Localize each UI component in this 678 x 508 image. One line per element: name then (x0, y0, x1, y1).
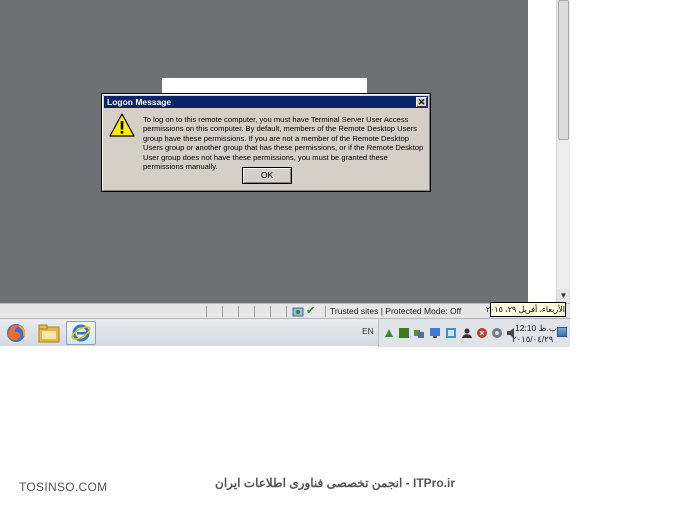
taskbar-explorer-button[interactable] (34, 321, 64, 345)
tray-nvidia-icon[interactable] (399, 328, 409, 338)
tray-arrow-icon[interactable] (384, 328, 394, 338)
browser-status-bar: ✔ Trusted sites | Protected Mode: Off (0, 303, 570, 318)
show-desktop-button[interactable] (557, 327, 567, 337)
taskbar: EN 12:10 ب.ظ ٢٠١٥/٠٤/٢٩ (0, 318, 570, 347)
scrollbar-thumb[interactable] (558, 0, 569, 140)
security-zone-text[interactable]: Trusted sites | Protected Mode: Off (330, 305, 461, 317)
folder-icon (38, 324, 60, 343)
tray-display-icon[interactable] (430, 328, 440, 338)
status-separator (286, 306, 287, 317)
taskbar-ie-button[interactable] (66, 321, 96, 345)
status-separator (222, 306, 223, 317)
dialog-message: To log on to this remote computer, you m… (143, 115, 424, 172)
language-indicator[interactable]: EN (362, 326, 374, 336)
clock-time[interactable]: 12:10 ب.ظ (515, 323, 557, 334)
clock-date[interactable]: ٢٠١٥/٠٤/٢٩ (512, 334, 553, 345)
watermark-right: ITPro.ir - انجمن تخصصی فناوری اطلاعات ای… (215, 476, 456, 490)
dialog-title: Logon Message (107, 97, 172, 107)
close-icon[interactable]: ✕ (416, 97, 427, 107)
scroll-down-arrow-icon[interactable]: ▼ (557, 289, 570, 302)
firefox-icon (7, 324, 26, 342)
remote-window-strip (162, 78, 367, 94)
watermark-left: TOSINSO.COM (19, 480, 108, 494)
date-tooltip: الأربعاء، أفريل ٢٩، ٢٠١٥ (486, 302, 566, 317)
tray-disconnect-icon[interactable] (477, 328, 487, 338)
status-separator (206, 306, 207, 317)
protected-mode-icon[interactable] (292, 305, 304, 317)
warning-icon (109, 113, 135, 137)
browser-content-margin (528, 0, 556, 303)
internet-explorer-icon (71, 324, 91, 342)
status-separator (270, 306, 271, 317)
status-separator (238, 306, 239, 317)
tray-disc-icon[interactable] (492, 328, 502, 338)
vertical-scrollbar[interactable]: ▼ (556, 0, 570, 303)
status-separator (254, 306, 255, 317)
tray-monitor-icon[interactable] (446, 328, 456, 338)
tray-network-icon[interactable] (414, 328, 424, 338)
check-icon: ✔ (306, 305, 316, 317)
dialog-titlebar[interactable]: Logon Message ✕ (104, 96, 428, 108)
tray-user-icon[interactable] (462, 328, 472, 338)
logon-message-dialog: Logon Message ✕ To log on to this remote… (101, 93, 431, 192)
status-separator (325, 306, 326, 317)
taskbar-firefox-button[interactable] (1, 321, 31, 345)
ok-button[interactable]: OK (242, 167, 292, 184)
